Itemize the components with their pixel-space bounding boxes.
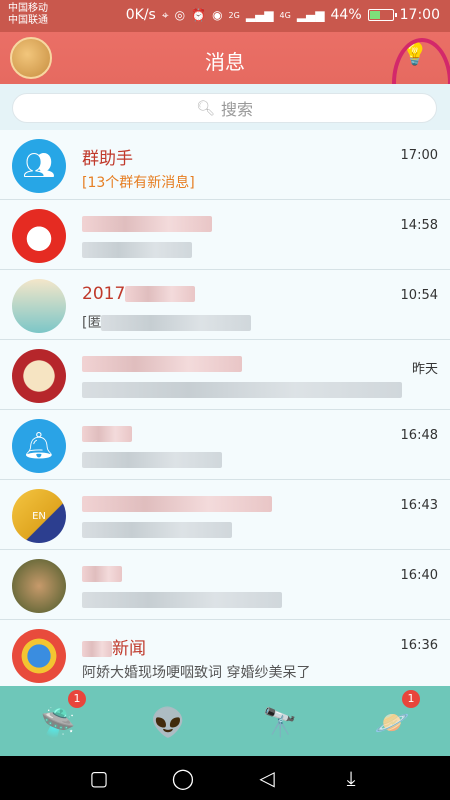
chat-name: 新闻	[82, 634, 146, 659]
chat-item[interactable]: 👥︎ 群助手 [13个群有新消息] 17:00	[0, 130, 450, 200]
chat-preview	[82, 382, 402, 398]
chat-list: 👥︎ 群助手 [13个群有新消息] 17:00 14:58 2017 [匿 10…	[0, 130, 450, 686]
carrier-2: 中国联通	[8, 15, 48, 26]
chat-preview	[82, 242, 192, 258]
telescope-icon: 🔭	[262, 705, 298, 739]
app-header: 消息 💡	[0, 32, 450, 84]
back-button[interactable]: ◁	[254, 765, 280, 791]
chat-preview: [匿	[82, 312, 252, 332]
chat-name	[82, 354, 242, 374]
eye-icon: ◉	[212, 8, 223, 22]
search-icon: 🔍︎	[195, 99, 216, 117]
status-right: 0K/s ⌖ ◎ ⏰ ◉ 2G ▂▄▆ 4G ▂▄▆ 44% 17:00	[126, 7, 440, 23]
chat-time: 10:54	[400, 288, 438, 303]
chat-item[interactable]: 新闻 阿娇大婚现场哽咽致词 穿婚纱美呆了 16:36	[0, 620, 450, 686]
network-speed: 0K/s	[125, 7, 156, 23]
chat-preview	[82, 592, 282, 608]
signal-icon-2: ▂▄▆	[296, 8, 325, 22]
chat-item[interactable]: 昨天	[0, 340, 450, 410]
status-bar: 中国移动 中国联通 0K/s ⌖ ◎ ⏰ ◉ 2G ▂▄▆ 4G ▂▄▆ 44%…	[0, 0, 450, 32]
chat-preview	[82, 522, 232, 538]
group-assistant-avatar: 👥︎	[12, 139, 66, 193]
chat-avatar: EN	[12, 489, 66, 543]
tab-explore[interactable]: 🔭	[250, 692, 310, 752]
battery-icon	[367, 9, 397, 21]
chat-preview: [13个群有新消息]	[82, 175, 195, 191]
signal-icon-1: ▂▄▆	[245, 8, 274, 22]
chat-time: 16:43	[400, 498, 438, 513]
home-button[interactable]: ◯	[170, 765, 196, 791]
tab-contacts[interactable]: 👽	[138, 692, 198, 752]
notification-bell-avatar: 🔔︎	[12, 419, 66, 473]
chat-avatar	[12, 559, 66, 613]
chat-avatar	[12, 279, 66, 333]
battery-percent: 44%	[330, 7, 362, 23]
alien-icon: 👽	[150, 705, 186, 739]
tab-dynamic[interactable]: 🪐 1	[362, 690, 422, 752]
search-input[interactable]: 🔍︎ 搜索	[12, 93, 437, 123]
page-title: 消息	[205, 50, 245, 74]
chat-name	[82, 214, 212, 234]
chat-item[interactable]: 🔔︎ 16:48	[0, 410, 450, 480]
chat-time: 17:00	[400, 148, 438, 163]
chat-preview	[82, 452, 222, 468]
status-time: 17:00	[399, 7, 440, 23]
lightbulb-icon[interactable]: 💡	[400, 42, 430, 76]
search-bar: 🔍︎ 搜索	[0, 84, 450, 130]
chat-item[interactable]: EN 16:43	[0, 480, 450, 550]
carrier-1: 中国移动	[8, 3, 48, 14]
mute-icon: ◎	[174, 8, 186, 22]
tab-bar: 🛸 1 👽 🔭 🪐 1	[0, 686, 450, 756]
alarm-icon: ⏰	[191, 8, 207, 22]
ufo-icon: 🛸	[40, 705, 76, 739]
chat-time: 16:36	[400, 638, 438, 653]
chat-item[interactable]: 14:58	[0, 200, 450, 270]
search-placeholder: 搜索	[221, 100, 254, 119]
chat-avatar	[12, 209, 66, 263]
chat-avatar	[12, 349, 66, 403]
planet-icon: 🪐	[374, 705, 410, 739]
carrier-info: 中国移动 中国联通	[8, 3, 48, 27]
chat-avatar	[12, 629, 66, 683]
chat-item[interactable]: 2017 [匿 10:54	[0, 270, 450, 340]
chat-name	[82, 564, 122, 584]
tab-badge: 1	[68, 690, 86, 708]
chat-preview: 阿娇大婚现场哽咽致词 穿婚纱美呆了	[82, 665, 311, 681]
location-icon: ⌖	[161, 7, 169, 22]
tab-badge: 1	[402, 690, 420, 708]
chat-name: 群助手	[82, 149, 133, 169]
chat-time: 昨天	[411, 362, 438, 377]
chat-name	[82, 494, 272, 514]
chat-time: 14:58	[400, 218, 438, 233]
chat-name: 2017	[82, 284, 196, 304]
chat-name	[82, 424, 132, 444]
recent-apps-button[interactable]: ▢	[86, 765, 112, 791]
system-nav-bar: ▢ ◯ ◁ ⤓	[0, 756, 450, 800]
chat-time: 16:40	[400, 568, 438, 583]
network-4g: 4G	[279, 10, 291, 20]
chat-item[interactable]: 16:40	[0, 550, 450, 620]
tab-messages[interactable]: 🛸 1	[28, 690, 88, 752]
notification-pulldown-button[interactable]: ⤓	[338, 765, 364, 791]
chat-time: 16:48	[400, 428, 438, 443]
network-2g: 2G	[228, 10, 240, 20]
